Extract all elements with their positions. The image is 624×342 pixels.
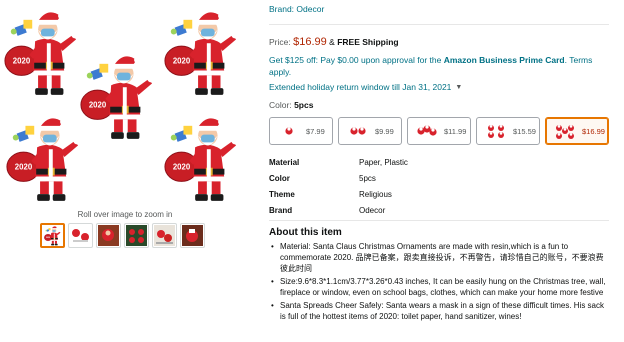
santa-mini-face xyxy=(557,125,561,128)
swatch-price: $7.99 xyxy=(306,126,325,136)
swatch-option-selected[interactable]: $16.99 xyxy=(545,117,609,145)
swatch-image xyxy=(417,125,437,136)
swatch-option[interactable]: $9.99 xyxy=(338,117,402,145)
santa-mini-face xyxy=(287,127,291,131)
price-row: Price: $16.99 & FREE Shipping xyxy=(269,36,399,48)
thumbnail[interactable] xyxy=(40,223,65,248)
swatch-price: $11.99 xyxy=(444,126,467,136)
santa-mini-face xyxy=(360,127,364,131)
spec-key: Theme xyxy=(269,189,295,199)
santa-ornament-image xyxy=(78,50,156,142)
holiday-return-link[interactable]: Extended holiday return window till Jan … xyxy=(269,82,462,92)
thumbnail[interactable] xyxy=(124,223,149,248)
swatch-price: $16.99 xyxy=(582,126,605,136)
spec-key: Brand xyxy=(269,205,293,215)
santa-mini-face xyxy=(419,127,423,131)
promo-text: Get $125 off: Pay $0.00 upon approval fo… xyxy=(269,55,444,65)
swatch-option[interactable]: $11.99 xyxy=(407,117,471,145)
divider xyxy=(269,24,609,25)
spec-row: Theme Religious xyxy=(269,186,609,202)
holiday-return-text: Extended holiday return window till Jan … xyxy=(269,82,452,92)
free-shipping-label: FREE Shipping xyxy=(337,37,399,47)
spec-key: Material xyxy=(269,157,300,167)
thumbnail[interactable] xyxy=(68,223,93,248)
spec-row: Material Paper, Plastic xyxy=(269,154,609,170)
santa-ornament-image xyxy=(2,6,80,98)
santa-mini-face xyxy=(489,125,493,128)
swatch-option[interactable]: $15.59 xyxy=(476,117,540,145)
color-value: 5pcs xyxy=(294,100,314,110)
santa-mini-face xyxy=(569,133,573,136)
spec-value: Religious xyxy=(359,189,392,199)
santa-mini-face xyxy=(499,125,503,128)
price-amp: & xyxy=(329,37,335,47)
about-bullet: Material: Santa Claus Christmas Ornament… xyxy=(269,241,607,274)
color-label: Color: xyxy=(269,100,292,110)
swatch-price: $9.99 xyxy=(375,126,394,136)
santa-ornament-image xyxy=(162,6,240,98)
santa-mini-face xyxy=(489,132,493,135)
swatch-price: $15.59 xyxy=(513,126,536,136)
color-swatches: $7.99 $9.99 $11.99 $15.59 $16.99 xyxy=(269,117,609,145)
about-title: About this item xyxy=(269,227,342,238)
santa-ornament-image xyxy=(4,112,82,204)
santa-mini-face xyxy=(569,125,573,128)
santa-mini-face xyxy=(352,127,356,131)
spec-key: Color xyxy=(269,173,290,183)
spec-value: Paper, Plastic xyxy=(359,157,408,167)
swatch-image xyxy=(556,125,574,139)
santa-mini-face xyxy=(557,133,561,136)
product-specs-table: Material Paper, Plastic Color 5pcs Theme… xyxy=(269,154,609,218)
promo-card-link[interactable]: Amazon Business Prime Card xyxy=(444,55,565,65)
zoom-hint: Roll over image to zoom in xyxy=(77,210,173,219)
swatch-image xyxy=(285,127,293,135)
santa-mini-face xyxy=(425,125,429,129)
about-bullet: Size:9.6*8.3*1.1cm/3.77*3.26*0.43 inches… xyxy=(269,276,607,298)
chevron-down-icon[interactable]: ▼ xyxy=(455,84,462,91)
price-value: $16.99 xyxy=(293,36,327,48)
thumbnail-strip xyxy=(40,223,205,248)
spec-row: Brand Odecor xyxy=(269,202,609,218)
santa-mini-face xyxy=(431,128,435,132)
thumbnail[interactable] xyxy=(180,223,205,248)
swatch-option[interactable]: $7.99 xyxy=(269,117,333,145)
spec-row: Color 5pcs xyxy=(269,170,609,186)
about-bullets: Material: Santa Claus Christmas Ornament… xyxy=(269,241,607,324)
product-main-image[interactable] xyxy=(0,0,262,208)
santa-mini-face xyxy=(499,132,503,135)
swatch-image xyxy=(350,127,366,135)
about-bullet: Santa Spreads Cheer Safely: Santa wears … xyxy=(269,300,607,322)
spec-value: 5pcs xyxy=(359,173,376,183)
divider xyxy=(269,220,609,221)
prime-card-promo[interactable]: Get $125 off: Pay $0.00 upon approval fo… xyxy=(269,54,599,78)
santa-mini-face xyxy=(563,128,567,131)
thumbnail[interactable] xyxy=(96,223,121,248)
color-selection: Color: 5pcs xyxy=(269,100,313,110)
santa-ornament-image xyxy=(162,112,240,204)
brand-link[interactable]: Brand: Odecor xyxy=(269,4,324,14)
thumbnail[interactable] xyxy=(152,223,177,248)
price-label: Price: xyxy=(269,37,291,47)
spec-value: Odecor xyxy=(359,205,386,215)
swatch-image xyxy=(488,125,504,138)
scroll-fade xyxy=(262,330,624,342)
